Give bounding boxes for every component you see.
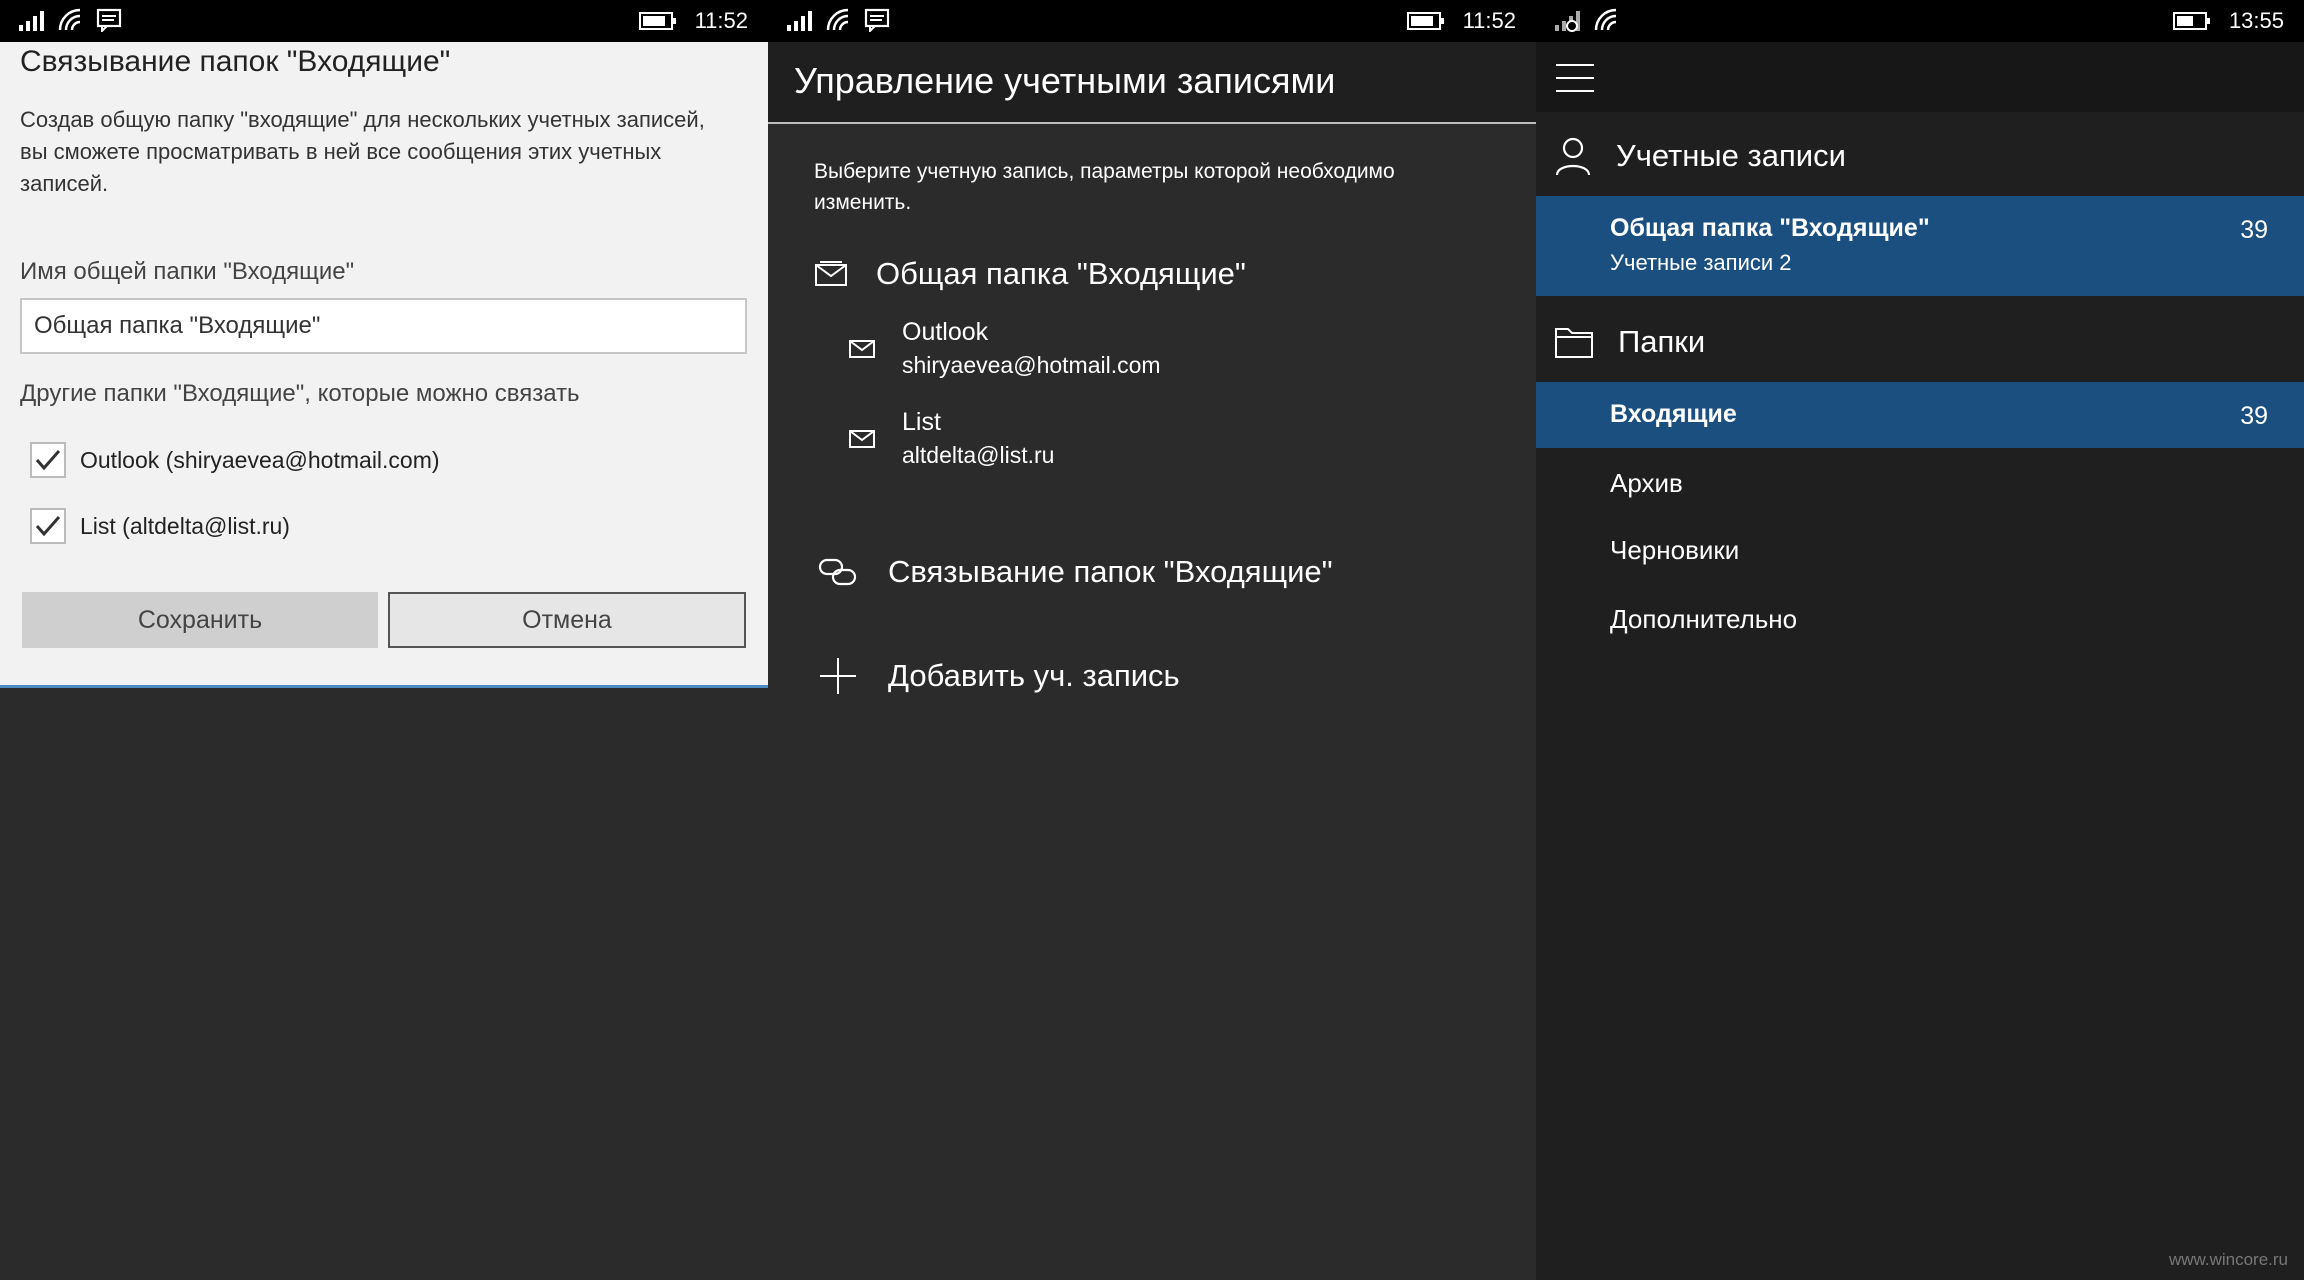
wifi-icon (58, 8, 81, 31)
folder-icon (1555, 328, 1593, 358)
checkmark-icon (35, 450, 61, 471)
checkbox-row-outlook[interactable]: Outlook (shiryaevea@hotmail.com) (30, 442, 440, 478)
signal-icon (19, 11, 44, 31)
checkbox-label: List (altdelta@list.ru) (80, 512, 290, 539)
account-email: altdelta@list.ru (902, 442, 1055, 468)
checkbox[interactable] (30, 442, 66, 478)
cancel-button[interactable]: Отмена (388, 592, 746, 648)
wifi-icon (826, 8, 849, 31)
page-title: Управление учетными записями (794, 60, 1336, 101)
message-icon (96, 8, 122, 32)
checkbox-label: Outlook (shiryaevea@hotmail.com) (80, 446, 440, 473)
dialog-description: Создав общую папку "входящие" для нескол… (20, 107, 705, 196)
folder-label: Входящие (1610, 400, 1737, 428)
checkbox-row-list[interactable]: List (altdelta@list.ru) (30, 508, 290, 544)
mail-icon (849, 429, 875, 448)
app-bar (1536, 42, 2304, 112)
hamburger-menu-icon[interactable] (1556, 64, 1594, 92)
battery-icon (2172, 12, 2210, 30)
battery-icon (638, 12, 676, 30)
signal-icon (787, 11, 812, 31)
clock: 11:52 (1462, 8, 1516, 33)
linked-inbox-item[interactable]: Общая папка "Входящие" (814, 256, 1246, 292)
account-name: List (902, 408, 941, 436)
link-inboxes-action[interactable]: Связывание папок "Входящие" (818, 554, 1333, 590)
account-item-list[interactable]: List altdelta@list.ru (848, 406, 1054, 471)
message-icon (864, 8, 890, 32)
account-name: Outlook (902, 318, 989, 346)
clock: 13:55 (2228, 8, 2284, 33)
status-bar: 11:52 (768, 0, 1536, 42)
accounts-section-header[interactable]: Учетные записи (1536, 116, 2304, 196)
person-icon (1555, 137, 1591, 176)
link-icon (818, 558, 857, 586)
battery-icon (1406, 12, 1444, 30)
linked-inbox-title: Общая папка "Входящие" (876, 256, 1246, 291)
folder-item[interactable]: Архив (1610, 468, 1683, 499)
account-email: shiryaevea@hotmail.com (902, 352, 1161, 378)
account-item-outlook[interactable]: Outlook shiryaevea@hotmail.com (848, 316, 1161, 381)
folder-item[interactable]: Дополнительно (1610, 604, 1797, 635)
accounts-header-label: Учетные записи (1616, 138, 1846, 173)
watermark: www.wincore.ru (2168, 1250, 2288, 1269)
inbox-name-label: Имя общей папки "Входящие" (20, 258, 355, 285)
page-header: Управление учетными записями (768, 42, 1536, 124)
screen-navigation-pane: 13:55 Учетные записи Общая папка "Входящ… (1536, 0, 2304, 1280)
inbox-name-input[interactable] (20, 298, 747, 354)
add-account-label: Добавить уч. запись (888, 658, 1180, 693)
status-bar: 11:52 (0, 0, 768, 42)
clock: 11:52 (694, 8, 748, 33)
folders-header-label: Папки (1618, 324, 1706, 359)
plus-icon (820, 658, 856, 694)
status-bar: 13:55 (1536, 0, 2304, 42)
other-inboxes-label: Другие папки "Входящие", которые можно с… (20, 380, 580, 407)
add-account-action[interactable]: Добавить уч. запись (818, 656, 1180, 696)
folder-item[interactable]: Черновики (1610, 535, 1739, 566)
account-subtitle: Учетные записи 2 (1610, 250, 1792, 275)
account-title: Общая папка "Входящие" (1610, 214, 1930, 242)
folders-section-header[interactable]: Папки (1536, 302, 2304, 382)
mail-icon (815, 261, 847, 286)
checkmark-icon (35, 516, 61, 537)
screen-link-inboxes: 11:52 Связывание папок "Входящие" Создав… (0, 0, 768, 1280)
wifi-icon (1594, 8, 1617, 31)
signal-no-sim-icon (1555, 11, 1580, 32)
dialog-title: Связывание папок "Входящие" (20, 45, 451, 78)
mail-icon (849, 339, 875, 358)
unread-count: 39 (2240, 402, 2268, 430)
checkbox[interactable] (30, 508, 66, 544)
save-button[interactable]: Сохранить (22, 592, 378, 648)
unread-count: 39 (2240, 216, 2268, 244)
link-inboxes-label: Связывание папок "Входящие" (888, 554, 1333, 589)
screen-manage-accounts: 11:52 Управление учетными записями Выбер… (768, 0, 1536, 1280)
selected-account-item[interactable]: Общая папка "Входящие" Учетные записи 2 … (1536, 196, 2304, 296)
folder-item-selected[interactable]: Входящие 39 (1536, 382, 2304, 448)
page-description: Выберите учетную запись, параметры котор… (814, 160, 1395, 214)
link-inboxes-dialog: Связывание папок "Входящие" Создав общую… (0, 42, 768, 688)
